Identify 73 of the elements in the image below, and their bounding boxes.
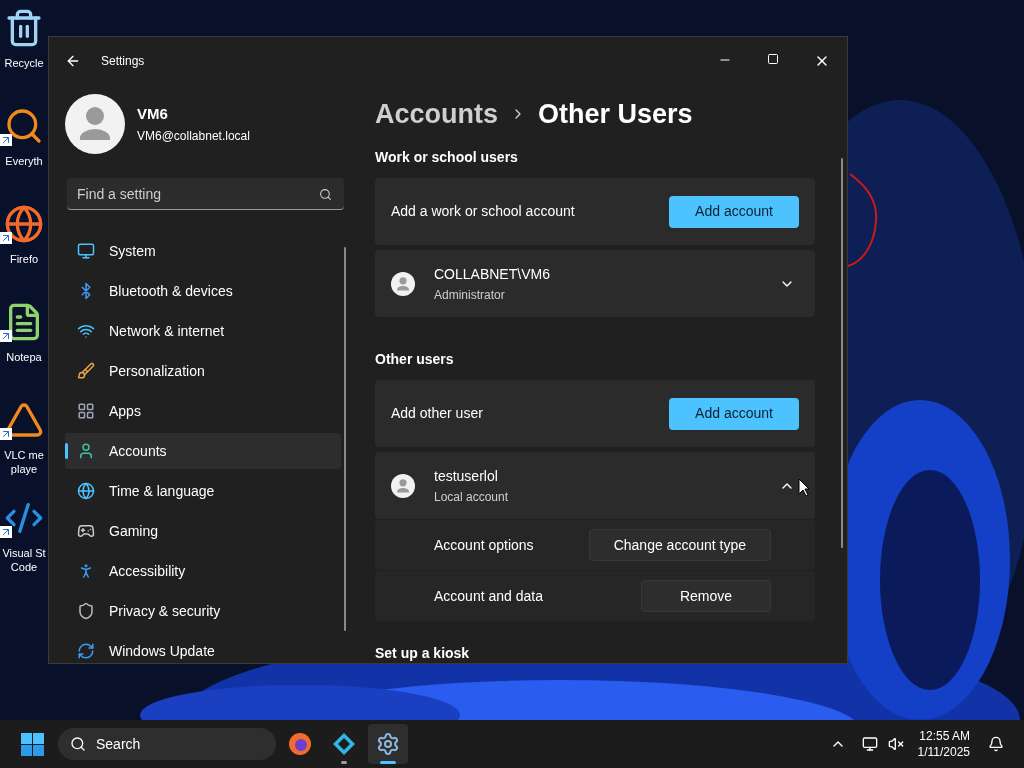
option-button[interactable]: Remove: [641, 580, 771, 612]
nav-item[interactable]: Accounts: [65, 433, 341, 469]
desktop-icon-label: Notepa: [6, 350, 42, 364]
desktop-icon-label: Firefo: [9, 252, 39, 266]
nav-item[interactable]: Accessibility: [65, 553, 341, 589]
taskbar-search[interactable]: Search: [58, 728, 276, 760]
shield-icon: [77, 602, 95, 620]
back-icon[interactable]: [65, 53, 81, 69]
desktop-icon-label: playe: [10, 462, 38, 476]
nav-item[interactable]: Network & internet: [65, 313, 341, 349]
taskbar-app[interactable]: [368, 724, 408, 764]
desktop-icon-label: Code: [10, 560, 38, 574]
scrollbar[interactable]: [841, 158, 843, 548]
breadcrumb-parent[interactable]: Accounts: [375, 93, 499, 135]
nav-item[interactable]: Windows Update: [65, 633, 341, 663]
desktop-icon-label: Everyth: [5, 154, 43, 168]
add-account-button[interactable]: Add account: [669, 195, 799, 228]
setting-card: Add other user Add account: [375, 380, 815, 447]
browser-icon: [288, 732, 312, 756]
monitor-icon: [77, 242, 95, 260]
profile-email: VM6@collabnet.local: [137, 128, 250, 146]
gamepad-icon: [77, 522, 95, 540]
nav-item[interactable]: Bluetooth & devices: [65, 273, 341, 309]
person-icon: [77, 442, 95, 460]
clock-time[interactable]: 12:55 AM: [919, 728, 970, 744]
nav-item[interactable]: System: [65, 233, 341, 269]
brush-icon: [77, 362, 95, 380]
add-account-button[interactable]: Add account: [669, 397, 799, 430]
section-heading: Other users: [375, 350, 455, 369]
apps-icon: [77, 402, 95, 420]
avatar-icon: [391, 473, 415, 498]
globe-icon: [77, 482, 95, 500]
page-title: Other Users: [538, 97, 693, 131]
window-title: Settings: [101, 53, 145, 70]
nav-item[interactable]: Gaming: [65, 513, 341, 549]
gear-icon: [376, 732, 400, 756]
option-button[interactable]: Change account type: [588, 529, 771, 561]
globe-icon[interactable]: [4, 204, 44, 244]
desktop-icon-label: VLC me: [4, 448, 44, 462]
setting-card: Add a work or school account Add account: [375, 178, 815, 245]
nav-item[interactable]: Time & language: [65, 473, 341, 509]
search-field[interactable]: Find a setting: [67, 178, 344, 210]
scrollbar[interactable]: [344, 247, 346, 631]
user-name: testuserlol: [434, 466, 499, 486]
nav-item[interactable]: Privacy & security: [65, 593, 341, 629]
desktop-icon-label: Visual St: [2, 546, 46, 560]
option-row: Account options Change account type: [375, 520, 815, 570]
diamond-icon: [332, 732, 356, 756]
windows-logo-icon[interactable]: [21, 732, 44, 756]
user-role: Administrator: [434, 286, 506, 304]
nav-item[interactable]: Personalization: [65, 353, 341, 389]
profile-name: VM6: [137, 103, 169, 124]
nav-item[interactable]: Apps: [65, 393, 341, 429]
desktop-icon-label: Recycle: [4, 56, 44, 70]
section-heading: Set up a kiosk: [375, 644, 471, 663]
search-icon: [319, 188, 332, 201]
magnifier-icon[interactable]: [4, 106, 44, 146]
cursor-icon: [798, 478, 810, 497]
notification-icon[interactable]: [988, 736, 1004, 752]
user-card[interactable]: testuserlol Local account: [375, 452, 815, 519]
section-heading: Work or school users: [375, 148, 519, 167]
avatar-icon: [65, 94, 125, 154]
update-icon: [77, 642, 95, 660]
avatar-icon: [391, 271, 415, 296]
user-card[interactable]: COLLABNET\VM6 Administrator: [375, 250, 815, 317]
clock-date[interactable]: 1/11/2025: [917, 744, 970, 760]
option-row: Account and data Remove: [375, 571, 815, 621]
user-role: Local account: [434, 488, 509, 506]
user-name: COLLABNET\VM6: [434, 264, 550, 284]
maximize-icon[interactable]: [767, 53, 779, 65]
search-icon: [70, 736, 86, 752]
muted-speaker-icon[interactable]: [887, 736, 904, 752]
wifi-icon: [77, 322, 95, 340]
